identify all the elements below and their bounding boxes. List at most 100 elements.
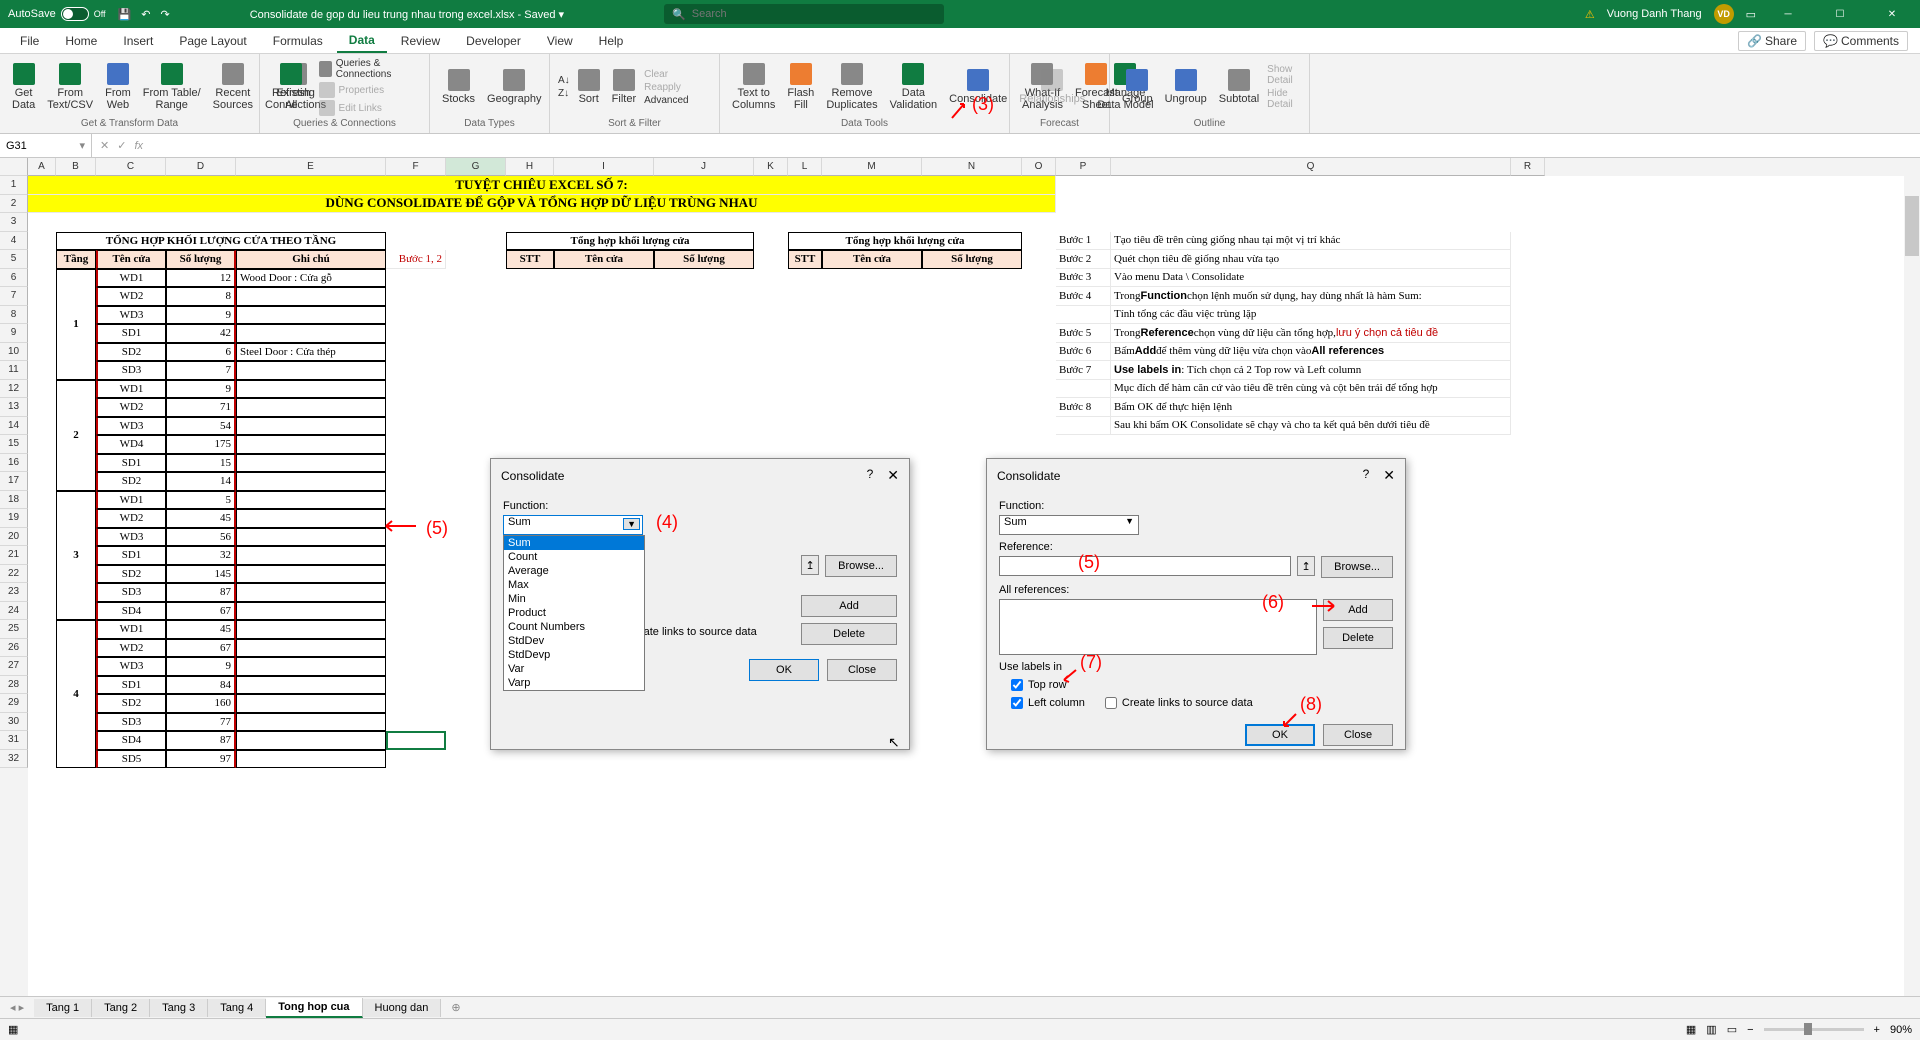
reapply-button[interactable]: Reapply xyxy=(644,82,688,93)
row-header[interactable]: 5 xyxy=(0,250,28,269)
col-header[interactable]: M xyxy=(822,158,922,176)
share-button[interactable]: 🔗 Share xyxy=(1738,31,1806,51)
step-text[interactable]: Tạo tiêu đề trên cùng giống nhau tại một… xyxy=(1111,232,1511,251)
cell-sl[interactable]: 175 xyxy=(166,435,236,454)
cell-ten[interactable]: SD4 xyxy=(96,602,166,621)
cell-ghi[interactable] xyxy=(236,731,386,750)
range-picker-icon[interactable]: ↥ xyxy=(1297,556,1315,576)
recent-sources-button[interactable]: Recent Sources xyxy=(209,58,257,116)
view-normal-icon[interactable]: ▦ xyxy=(1686,1023,1696,1036)
title-1[interactable]: TUYỆT CHIÊU EXCEL SỐ 7: xyxy=(28,176,1056,195)
zoom-slider[interactable] xyxy=(1764,1028,1864,1031)
step-text[interactable]: Use labels in: Tích chọn cả 2 Top row và… xyxy=(1111,361,1511,380)
sum-header[interactable]: Tổng hợp khối lượng cửa xyxy=(788,232,1022,251)
redo-icon[interactable]: ↷ xyxy=(160,8,169,21)
cell-ten[interactable]: WD1 xyxy=(96,620,166,639)
cell-sl[interactable]: 67 xyxy=(166,639,236,658)
cell-ten[interactable]: SD1 xyxy=(96,324,166,343)
cell-tang[interactable]: 3 xyxy=(56,491,96,621)
row-header[interactable]: 24 xyxy=(0,602,28,621)
create-links-check[interactable] xyxy=(1105,697,1117,709)
maximize-button[interactable]: ☐ xyxy=(1820,0,1860,28)
title-2[interactable]: DÙNG CONSOLIDATE ĐỂ GỘP VÀ TỔNG HỢP DỮ L… xyxy=(28,195,1056,214)
tab-page-layout[interactable]: Page Layout xyxy=(167,30,258,52)
cell-ten[interactable]: WD1 xyxy=(96,491,166,510)
user-avatar[interactable]: VD xyxy=(1714,4,1734,24)
sort-az[interactable]: A↓ xyxy=(558,75,570,86)
step-text[interactable]: Sau khi bấm OK Consolidate sẽ chạy và ch… xyxy=(1111,417,1511,436)
row-header[interactable]: 32 xyxy=(0,750,28,769)
delete-button[interactable]: Delete xyxy=(801,623,897,645)
edit-links-button[interactable]: Edit Links xyxy=(319,100,421,116)
search-box[interactable]: 🔍 xyxy=(664,4,944,24)
enter-icon[interactable]: ✓ xyxy=(117,139,126,152)
cell-sl[interactable]: 9 xyxy=(166,306,236,325)
subtotal-button[interactable]: Subtotal xyxy=(1215,58,1263,116)
help-icon[interactable]: ? xyxy=(1363,467,1370,484)
row-header[interactable]: 1 xyxy=(0,176,28,195)
search-input[interactable] xyxy=(692,8,936,20)
hdr-ten2[interactable]: Tên cửa xyxy=(554,250,654,269)
row-header[interactable]: 9 xyxy=(0,324,28,343)
func-option[interactable]: Min xyxy=(504,592,644,606)
cell-ghi[interactable] xyxy=(236,361,386,380)
cell-ghi[interactable] xyxy=(236,565,386,584)
row-header[interactable]: 30 xyxy=(0,713,28,732)
main-header[interactable]: TỔNG HỢP KHỐI LƯỢNG CỬA THEO TẦNG xyxy=(56,232,386,251)
step-text[interactable]: Trong Reference chọn vùng dữ liệu cần tổ… xyxy=(1111,324,1511,343)
step-num[interactable]: Bước 7 xyxy=(1056,361,1111,380)
cell-ten[interactable]: SD2 xyxy=(96,343,166,362)
col-header[interactable]: L xyxy=(788,158,822,176)
close-icon[interactable]: ✕ xyxy=(887,467,899,484)
worksheet[interactable]: 1234567891011121314151617181920212223242… xyxy=(0,158,1920,996)
cell-ten[interactable]: WD1 xyxy=(96,380,166,399)
selected-cell[interactable] xyxy=(386,731,446,750)
cell-ten[interactable]: SD3 xyxy=(96,583,166,602)
properties-button[interactable]: Properties xyxy=(319,82,421,98)
cell-tang[interactable]: 2 xyxy=(56,380,96,491)
cell-ten[interactable]: WD2 xyxy=(96,639,166,658)
tab-home[interactable]: Home xyxy=(53,30,109,52)
row-header[interactable]: 14 xyxy=(0,417,28,436)
get-data-button[interactable]: Get Data xyxy=(8,58,39,116)
user-name[interactable]: Vuong Danh Thang xyxy=(1607,8,1702,20)
step-num[interactable]: Bước 8 xyxy=(1056,398,1111,417)
add-button[interactable]: Add xyxy=(801,595,897,617)
cell-ten[interactable]: SD3 xyxy=(96,361,166,380)
cell-sl[interactable]: 87 xyxy=(166,731,236,750)
func-option[interactable]: Product xyxy=(504,606,644,620)
row-header[interactable]: 8 xyxy=(0,306,28,325)
func-option[interactable]: Varp xyxy=(504,676,644,690)
cell-ten[interactable]: WD2 xyxy=(96,509,166,528)
cell-sl[interactable]: 160 xyxy=(166,694,236,713)
hdr-sl2[interactable]: Số lượng xyxy=(654,250,754,269)
step-num[interactable] xyxy=(1056,306,1111,325)
cell-ghi[interactable] xyxy=(236,750,386,769)
cell-ghi[interactable] xyxy=(236,602,386,621)
zoom-in[interactable]: + xyxy=(1874,1024,1880,1036)
ungroup-button[interactable]: Ungroup xyxy=(1161,58,1211,116)
row-header[interactable]: 19 xyxy=(0,509,28,528)
cell-ghi[interactable] xyxy=(236,306,386,325)
cell-ghi[interactable] xyxy=(236,454,386,473)
col-header[interactable]: P xyxy=(1056,158,1111,176)
func-option[interactable]: StdDev xyxy=(504,634,644,648)
step-num[interactable]: Bước 4 xyxy=(1056,287,1111,306)
row-header[interactable]: 31 xyxy=(0,731,28,750)
step-num[interactable]: Bước 1 xyxy=(1056,232,1111,251)
tab-review[interactable]: Review xyxy=(389,30,452,52)
step-num[interactable] xyxy=(1056,417,1111,436)
row-header[interactable]: 6 xyxy=(0,269,28,288)
ribbon-display-icon[interactable]: ▭ xyxy=(1746,8,1756,21)
cell-sl[interactable]: 8 xyxy=(166,287,236,306)
func-option[interactable]: Average xyxy=(504,564,644,578)
cell-ten[interactable]: SD5 xyxy=(96,750,166,769)
cell-sl[interactable]: 42 xyxy=(166,324,236,343)
cell-tang[interactable]: 4 xyxy=(56,620,96,768)
hdr-stt[interactable]: STT xyxy=(788,250,822,269)
sheet-tab[interactable]: Tang 1 xyxy=(34,999,92,1017)
cell-sl[interactable]: 5 xyxy=(166,491,236,510)
top-row-check[interactable] xyxy=(1011,679,1023,691)
left-col-check[interactable] xyxy=(1011,697,1023,709)
cell-ghi[interactable] xyxy=(236,528,386,547)
